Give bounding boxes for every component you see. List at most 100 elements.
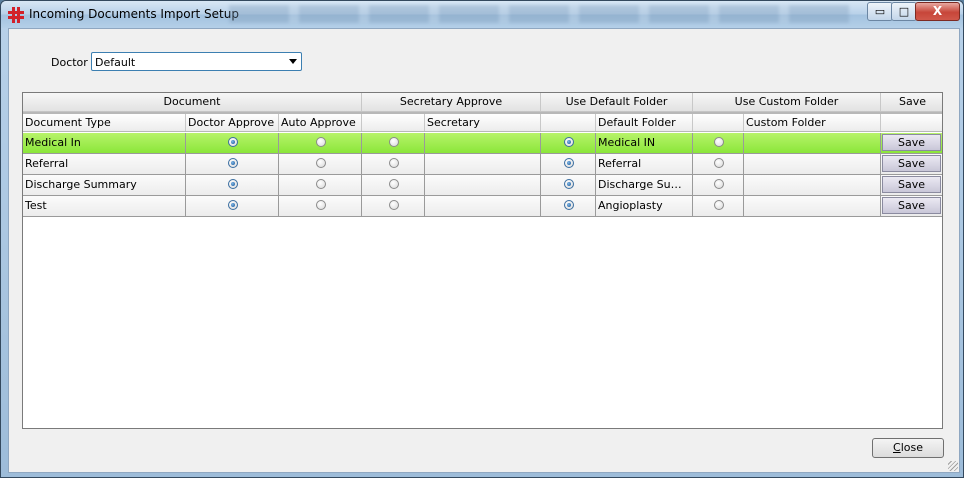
column-header-secretary[interactable]: Secretary (425, 114, 541, 131)
resize-grip[interactable] (948, 461, 958, 471)
doctor-approve-cell (186, 196, 279, 216)
doctor-approve-cell (186, 133, 279, 153)
auto-approve-radio[interactable] (316, 137, 326, 147)
secretary-approve-radio[interactable] (389, 179, 399, 189)
auto-approve-cell (279, 196, 362, 216)
save-button[interactable]: Save (882, 155, 941, 172)
cell-default-folder[interactable]: Discharge Summ... (596, 175, 693, 195)
column-header-default-folder[interactable]: Default Folder (596, 114, 693, 131)
close-icon: X (932, 4, 943, 18)
cell-default-folder[interactable]: Medical IN (596, 133, 693, 153)
group-header-document: Document (23, 93, 362, 111)
column-header-save (881, 114, 942, 131)
column-header-use-default-folder[interactable] (541, 114, 596, 131)
secretary-approve-radio[interactable] (389, 137, 399, 147)
use-default-folder-radio[interactable] (564, 200, 574, 210)
use-default-folder-cell (541, 175, 596, 195)
minimize-button[interactable]: ▭ (867, 2, 893, 21)
use-default-folder-radio[interactable] (564, 137, 574, 147)
group-header-secretary-approve: Secretary Approve (362, 93, 541, 111)
table-row[interactable]: Discharge Summary Discharge Summ... Save (23, 175, 942, 196)
document-type-grid: Document Secretary Approve Use Default F… (22, 92, 943, 429)
secretary-approve-radio[interactable] (389, 158, 399, 168)
use-default-folder-cell (541, 133, 596, 153)
use-custom-folder-radio[interactable] (714, 179, 724, 189)
doctor-select-value: Default (95, 56, 136, 69)
close-button-mnemonic: C (893, 441, 901, 454)
table-row[interactable]: Medical In Medical IN Save (23, 133, 942, 154)
column-header-row: Document Type Doctor Approve Auto Approv… (23, 112, 942, 132)
cell-secretary[interactable] (425, 175, 541, 195)
cell-custom-folder[interactable] (744, 154, 881, 174)
column-header-use-custom-folder[interactable] (693, 114, 744, 131)
secretary-approve-cell (362, 154, 425, 174)
save-button[interactable]: Save (882, 134, 941, 151)
doctor-select[interactable]: Default (91, 52, 302, 71)
background-taskbar-blur (229, 5, 849, 23)
save-button[interactable]: Save (882, 197, 941, 214)
cell-secretary[interactable] (425, 154, 541, 174)
column-header-auto-approve[interactable]: Auto Approve (279, 114, 362, 131)
doctor-approve-radio[interactable] (228, 200, 238, 210)
cell-default-folder[interactable]: Angioplasty (596, 196, 693, 216)
close-window-button[interactable]: X (915, 2, 960, 21)
group-header-use-custom-folder: Use Custom Folder (693, 93, 881, 111)
table-row[interactable]: Referral Referral Save (23, 154, 942, 175)
auto-approve-cell (279, 175, 362, 195)
auto-approve-radio[interactable] (316, 158, 326, 168)
cell-custom-folder[interactable] (744, 196, 881, 216)
use-custom-folder-cell (693, 154, 744, 174)
secretary-approve-cell (362, 175, 425, 195)
title-bar[interactable]: Incoming Documents Import Setup ▭ □ X (1, 1, 963, 28)
use-custom-folder-radio[interactable] (714, 158, 724, 168)
secretary-approve-cell (362, 196, 425, 216)
column-header-document-type[interactable]: Document Type (23, 114, 186, 131)
cell-document-type[interactable]: Medical In (23, 133, 186, 153)
cell-custom-folder[interactable] (744, 133, 881, 153)
maximize-icon: □ (898, 5, 910, 18)
save-button[interactable]: Save (882, 176, 941, 193)
use-custom-folder-cell (693, 175, 744, 195)
use-custom-folder-cell (693, 133, 744, 153)
secretary-approve-cell (362, 133, 425, 153)
use-default-folder-radio[interactable] (564, 158, 574, 168)
group-header-save: Save (898, 95, 926, 108)
column-header-custom-folder[interactable]: Custom Folder (744, 114, 881, 131)
minimize-icon: ▭ (874, 5, 886, 18)
group-header-row: Document Secretary Approve Use Default F… (23, 93, 942, 112)
auto-approve-cell (279, 154, 362, 174)
group-header-use-default-folder: Use Default Folder (541, 93, 693, 111)
close-button[interactable]: Close (872, 438, 944, 458)
use-custom-folder-cell (693, 196, 744, 216)
doctor-approve-cell (186, 154, 279, 174)
table-row[interactable]: Test Angioplasty Save (23, 196, 942, 217)
cell-document-type[interactable]: Referral (23, 154, 186, 174)
secretary-approve-radio[interactable] (389, 200, 399, 210)
use-custom-folder-radio[interactable] (714, 200, 724, 210)
use-custom-folder-radio[interactable] (714, 137, 724, 147)
window-title: Incoming Documents Import Setup (29, 7, 239, 21)
auto-approve-radio[interactable] (316, 179, 326, 189)
doctor-approve-radio[interactable] (228, 158, 238, 168)
cell-custom-folder[interactable] (744, 175, 881, 195)
auto-approve-radio[interactable] (316, 200, 326, 210)
use-default-folder-radio[interactable] (564, 179, 574, 189)
maximize-button[interactable]: □ (891, 2, 917, 21)
doctor-approve-radio[interactable] (228, 137, 238, 147)
doctor-label: Doctor (51, 56, 88, 69)
auto-approve-cell (279, 133, 362, 153)
dialog-client-area: Doctor Default Document Secretary Approv… (8, 28, 960, 473)
cell-document-type[interactable]: Discharge Summary (23, 175, 186, 195)
cell-secretary[interactable] (425, 133, 541, 153)
app-cross-icon (8, 7, 24, 23)
cell-default-folder[interactable]: Referral (596, 154, 693, 174)
app-window: Incoming Documents Import Setup ▭ □ X Do… (0, 0, 964, 478)
doctor-approve-radio[interactable] (228, 179, 238, 189)
cell-document-type[interactable]: Test (23, 196, 186, 216)
close-button-label: lose (900, 441, 923, 454)
column-header-secretary-approve[interactable] (362, 114, 425, 131)
column-header-doctor-approve[interactable]: Doctor Approve (186, 114, 279, 131)
doctor-approve-cell (186, 175, 279, 195)
use-default-folder-cell (541, 154, 596, 174)
cell-secretary[interactable] (425, 196, 541, 216)
